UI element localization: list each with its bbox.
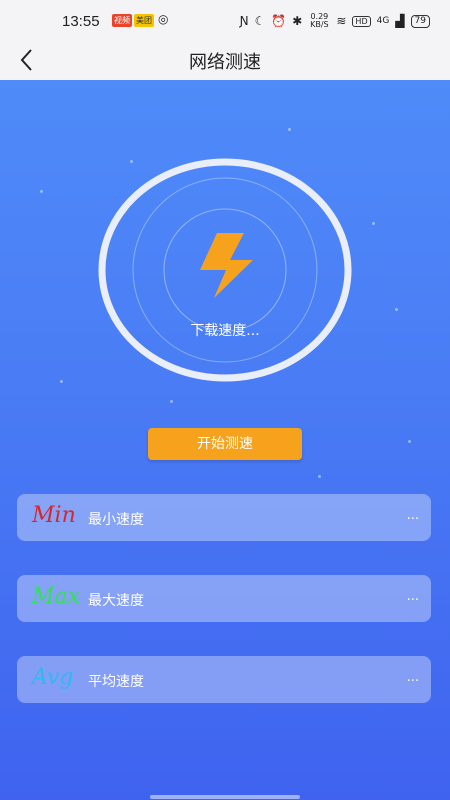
home-indicator[interactable] (150, 795, 300, 799)
speed-test-panel: 下载速度... 开始测速 Min 最小速度 ... Max 最大速度 ... A… (0, 80, 450, 800)
wifi-icon: ≋ (336, 14, 347, 28)
gauge-status-label: 下载速度... (190, 323, 260, 339)
status-time: 13:55 (62, 13, 100, 30)
stat-card-avg: Avg 平均速度 ... (17, 656, 431, 703)
status-right-group: Ɲ ☾ ⏰ ✱ 0.29 KB/S ≋ HD 4G ▟ 79 (240, 13, 430, 29)
max-tag: Max (32, 584, 81, 609)
start-test-button[interactable]: 开始测速 (148, 428, 302, 460)
bluetooth-icon: ✱ (292, 14, 303, 28)
chat-icon: ◎ (158, 12, 169, 26)
page-title: 网络测速 (189, 52, 261, 73)
notification-badge-meituan: 美团 (134, 14, 154, 27)
alarm-icon: ⏰ (271, 14, 287, 28)
moon-icon: ☾ (254, 14, 266, 28)
background-star (318, 475, 321, 478)
avg-speed-label: 平均速度 (88, 674, 144, 690)
signal-icon: ▟ (395, 14, 405, 28)
title-bar: 网络测速 (0, 40, 450, 80)
background-star (408, 440, 411, 443)
max-speed-label: 最大速度 (88, 593, 144, 609)
battery-indicator: 79 (410, 14, 430, 28)
net-speed-readout: 0.29 KB/S (310, 12, 329, 29)
background-star (170, 400, 173, 403)
max-speed-value: ... (406, 589, 419, 604)
min-tag: Min (32, 503, 76, 528)
speed-gauge (98, 158, 352, 382)
avg-tag: Avg (32, 665, 74, 690)
stat-card-min: Min 最小速度 ... (17, 494, 431, 541)
min-speed-value: ... (406, 508, 419, 523)
nfc-icon: Ɲ (239, 14, 249, 28)
stat-card-max: Max 最大速度 ... (17, 575, 431, 622)
min-speed-label: 最小速度 (88, 512, 144, 528)
hd-icon: HD (352, 15, 371, 27)
notification-badge-video: 视频 (112, 14, 132, 27)
lightning-bolt-icon (200, 233, 253, 298)
network-type: 4G (376, 16, 390, 26)
status-bar: 13:55 视频 美团 ◎ Ɲ ☾ ⏰ ✱ 0.29 KB/S ≋ HD 4G … (0, 0, 450, 40)
avg-speed-value: ... (406, 670, 419, 685)
